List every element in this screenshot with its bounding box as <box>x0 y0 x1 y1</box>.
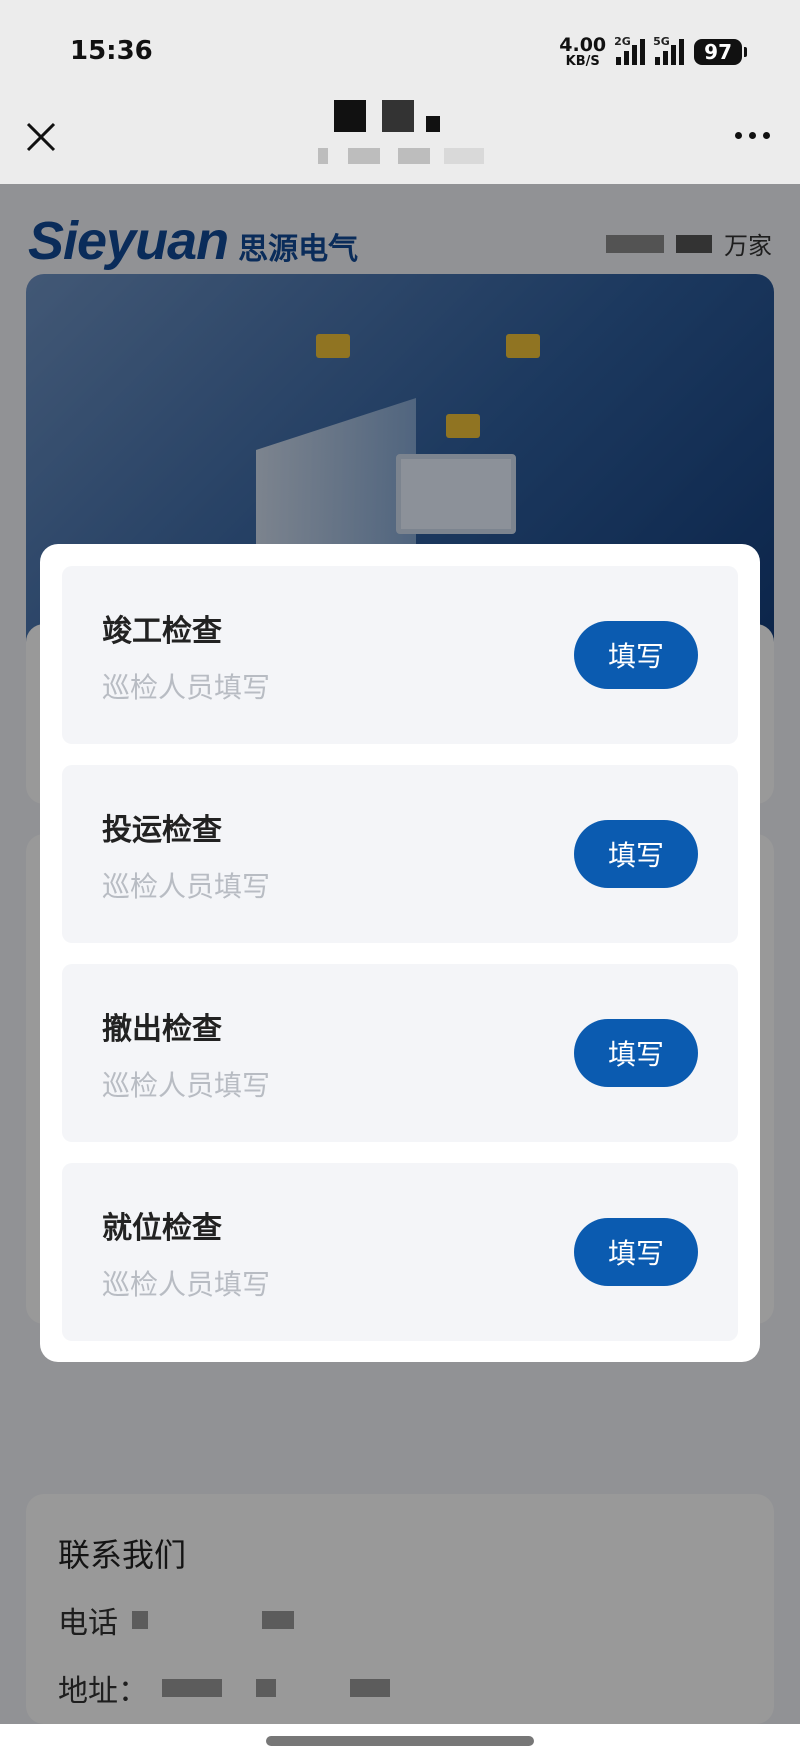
signal-2g-icon: 2G <box>614 35 646 65</box>
fill-button[interactable]: 填写 <box>574 1218 698 1286</box>
battery-icon: 97 <box>694 39 747 65</box>
option-subtitle: 巡检人员填写 <box>102 671 271 704</box>
network-speed-value: 4.00 <box>559 34 607 56</box>
page-subtitle-redacted <box>318 148 488 164</box>
status-time: 15:36 <box>70 36 153 66</box>
battery-level: 97 <box>704 40 732 64</box>
network-speed-unit: KB/S <box>565 54 600 69</box>
option-title: 投运检查 <box>102 813 222 848</box>
option-title: 竣工检查 <box>102 614 222 649</box>
network-speed: 4.00 KB/S <box>559 34 607 69</box>
option-subtitle: 巡检人员填写 <box>102 870 271 903</box>
inspection-option: 撤出检查 巡检人员填写 填写 <box>62 964 738 1142</box>
option-title: 就位检查 <box>102 1211 222 1246</box>
status-icons: 4.00 KB/S 2G 5G 97 <box>559 34 747 69</box>
inspection-option: 投运检查 巡检人员填写 填写 <box>62 765 738 943</box>
signal-2g-label: 2G <box>614 35 631 48</box>
page-title-redacted <box>330 100 460 140</box>
fill-button[interactable]: 填写 <box>574 621 698 689</box>
option-subtitle: 巡检人员填写 <box>102 1268 271 1301</box>
bottom-bar <box>0 1724 800 1758</box>
fill-button[interactable]: 填写 <box>574 820 698 888</box>
more-dots-icon[interactable] <box>735 132 770 139</box>
home-indicator[interactable] <box>266 1736 534 1746</box>
inspection-option: 就位检查 巡检人员填写 填写 <box>62 1163 738 1341</box>
inspection-option: 竣工检查 巡检人员填写 填写 <box>62 566 738 744</box>
inspection-dialog: 竣工检查 巡检人员填写 填写 投运检查 巡检人员填写 填写 撤出检查 巡检人员填… <box>40 544 760 1362</box>
status-bar: 15:36 4.00 KB/S 2G 5G 97 <box>0 0 800 100</box>
close-icon[interactable] <box>22 118 60 156</box>
nav-bar <box>0 100 800 184</box>
option-subtitle: 巡检人员填写 <box>102 1069 271 1102</box>
signal-5g-icon: 5G <box>653 35 685 65</box>
option-title: 撤出检查 <box>102 1012 222 1047</box>
signal-5g-label: 5G <box>653 35 670 48</box>
fill-button[interactable]: 填写 <box>574 1019 698 1087</box>
